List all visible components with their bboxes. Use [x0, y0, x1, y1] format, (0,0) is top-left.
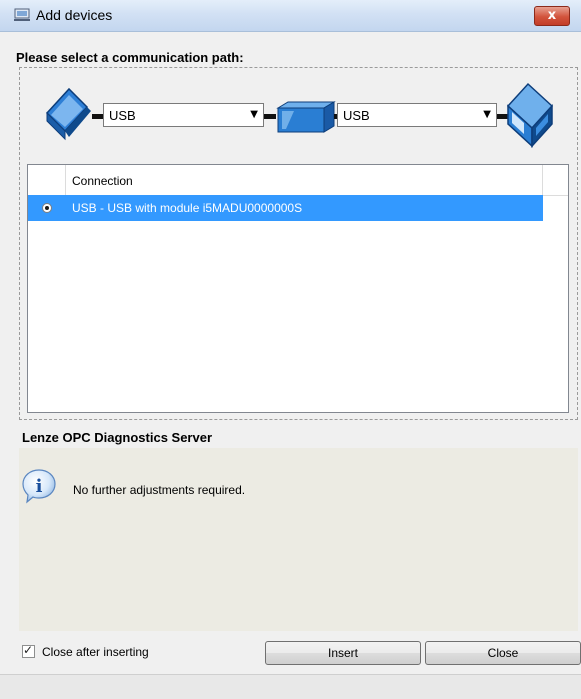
status-bar	[0, 674, 581, 699]
header-divider	[542, 165, 543, 195]
table-header: Connection	[28, 165, 568, 196]
interface-combo-2-value: USB	[343, 108, 370, 123]
device-icon	[506, 82, 554, 148]
interface-combo-2[interactable]: USB ▼	[337, 103, 497, 127]
app-icon	[14, 8, 30, 21]
select-column-header	[28, 165, 66, 195]
info-icon: i	[22, 469, 56, 504]
usb-module-icon	[276, 101, 336, 133]
path-label: Please select a communication path:	[16, 50, 244, 65]
close-after-inserting-checkbox[interactable]	[22, 643, 35, 658]
close-button[interactable]: Close	[425, 641, 581, 665]
server-label: Lenze OPC Diagnostics Server	[22, 430, 213, 445]
row-radio[interactable]	[42, 203, 52, 213]
window-title: Add devices	[36, 7, 113, 23]
insert-button[interactable]: Insert	[265, 641, 421, 665]
connection-cell: USB - USB with module i5MADU0000000S	[72, 201, 303, 215]
connection-table: Connection USB - USB with module i5MADU0…	[27, 164, 569, 413]
interface-combo-1[interactable]: USB ▼	[103, 103, 264, 127]
info-panel	[19, 448, 578, 631]
close-after-inserting-label[interactable]: Close after inserting	[42, 645, 149, 659]
close-icon: x	[547, 8, 557, 23]
info-message: No further adjustments required.	[73, 483, 246, 497]
pc-icon	[45, 87, 91, 141]
table-row[interactable]: USB - USB with module i5MADU0000000S	[28, 195, 543, 221]
svg-text:i: i	[36, 476, 43, 497]
window-close-button[interactable]: x	[534, 6, 570, 26]
interface-combo-1-value: USB	[109, 108, 136, 123]
connection-column-header[interactable]: Connection	[72, 174, 133, 188]
title-bar: Add devices x	[0, 0, 581, 32]
chevron-down-icon: ▼	[483, 109, 491, 120]
chevron-down-icon: ▼	[250, 109, 258, 120]
